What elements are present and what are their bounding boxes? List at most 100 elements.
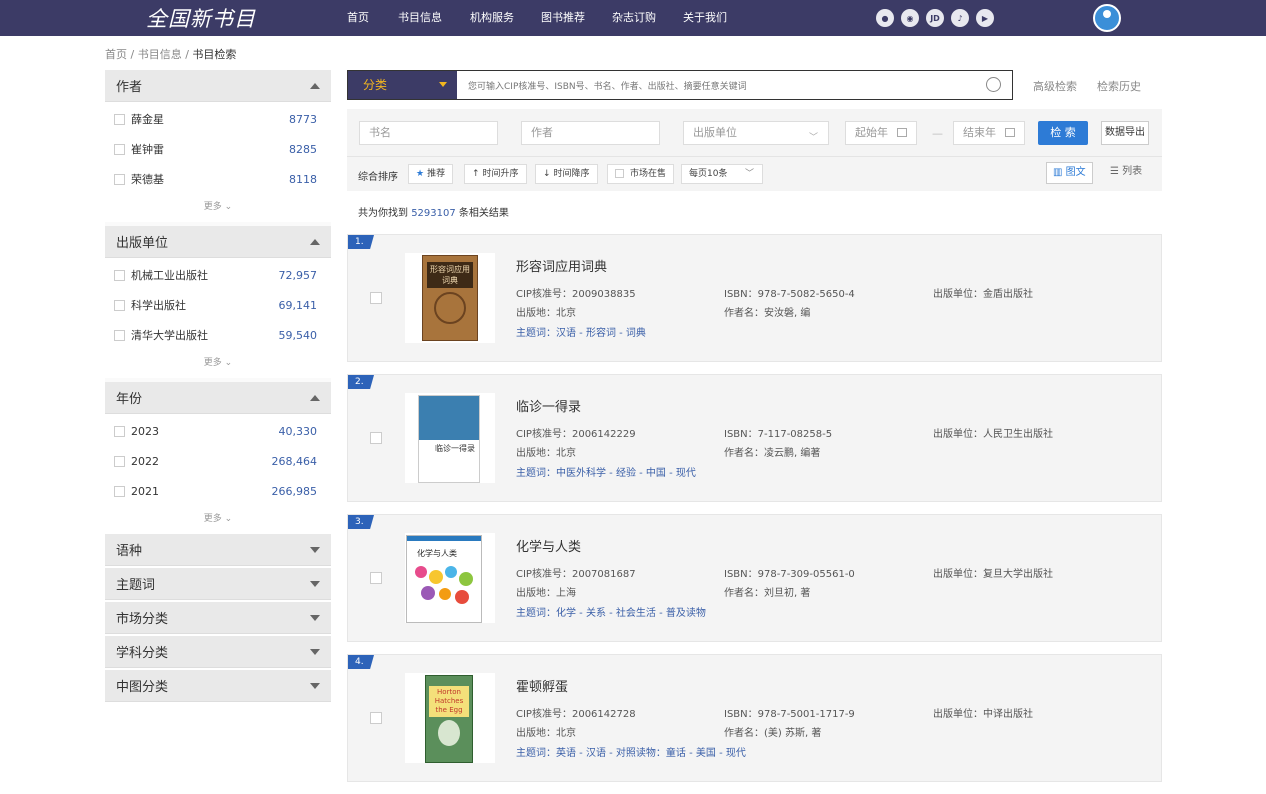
category-dropdown[interactable]: 分类 [348, 71, 457, 99]
filter-item[interactable]: 科学出版社 69,141 [105, 290, 331, 320]
filter-header-publisher[interactable]: 出版单位 [105, 226, 331, 258]
book-cover[interactable]: Horton Hatches the Egg [405, 673, 495, 763]
weibo-icon[interactable]: ◉ [901, 9, 919, 27]
filter-item[interactable]: 薛金星 8773 [105, 104, 331, 134]
cover-band [419, 396, 479, 440]
more-button[interactable]: 更多 ⌄ [105, 194, 331, 222]
filter-item[interactable]: 荣德基 8118 [105, 164, 331, 194]
book-cover[interactable]: 形容词应用词典 [405, 253, 495, 343]
isbn-field: ISBN：978-7-309-05561-0 [724, 565, 855, 580]
keywords-field[interactable]: 主题词：中医外科学 - 经验 - 中国 - 现代 [516, 464, 696, 479]
nav-home[interactable]: 首页 [347, 0, 398, 36]
checkbox[interactable] [114, 113, 125, 125]
on-sale-toggle[interactable]: 市场在售 [607, 164, 675, 184]
user-avatar[interactable] [1093, 4, 1121, 32]
sort-time-desc[interactable]: ↓ 时间降序 [535, 164, 598, 184]
book-title[interactable]: 临诊一得录 [516, 396, 581, 415]
checkbox[interactable] [114, 485, 125, 497]
filter-title: 语种 [116, 544, 143, 559]
search-button[interactable]: 检 索 [1038, 121, 1088, 145]
book-card[interactable]: 1. 形容词应用词典 形容词应用词典 CIP核准号：2009038835 ISB… [347, 234, 1162, 362]
breadcrumb-book-info[interactable]: 书目信息 [138, 48, 182, 61]
nav-institution-service[interactable]: 机构服务 [470, 0, 541, 36]
sort-recommend[interactable]: ★ 推荐 [408, 164, 454, 184]
view-image-button[interactable]: ▥ 图文 [1046, 162, 1093, 184]
sort-time-asc[interactable]: ↑ 时间升序 [464, 164, 527, 184]
book-title[interactable]: 形容词应用词典 [516, 256, 607, 275]
keywords-field[interactable]: 主题词：英语 - 汉语 - 对照读物：童话 - 美国 - 现代 [516, 744, 746, 759]
more-button[interactable]: 更多 ⌄ [105, 350, 331, 378]
filter-label: 机械工业出版社 [131, 269, 208, 282]
filter-item[interactable]: 2022 268,464 [105, 446, 331, 476]
checkbox[interactable] [114, 173, 125, 185]
title-input[interactable]: 书名 [359, 121, 498, 145]
advanced-search-link[interactable]: 高级检索 [1033, 78, 1077, 94]
book-title[interactable]: 霍顿孵蛋 [516, 676, 568, 695]
cover-title: 形容词应用词典 [427, 262, 473, 288]
checkbox[interactable] [114, 299, 125, 311]
search-input[interactable]: 您可输入CIP核准号、ISBN号、书名、作者、出版社、摘要任意关键词 [468, 79, 747, 92]
cip-field: CIP核准号：2006142728 [516, 705, 636, 720]
nav-magazine-order[interactable]: 杂志订购 [612, 0, 683, 36]
checkbox[interactable] [114, 329, 125, 341]
book-card[interactable]: 3. 化学与人类 化学与人类 CIP核准号：2007081687 ISBN：97… [347, 514, 1162, 642]
field-text: 英语 - 汉语 - 对照读物：童话 - 美国 - 现代 [556, 748, 746, 759]
nav-book-recommend[interactable]: 图书推荐 [541, 0, 612, 36]
view-list-button[interactable]: ☰ 列表 [1104, 162, 1148, 184]
more-button[interactable]: 更多 ⌄ [105, 506, 331, 534]
checkbox[interactable] [114, 269, 125, 281]
kuaishou-icon[interactable]: ▶ [976, 9, 994, 27]
author-input[interactable]: 作者 [521, 121, 660, 145]
book-card[interactable]: 4. Horton Hatches the Egg 霍顿孵蛋 CIP核准号：20… [347, 654, 1162, 782]
field-text: 北京 [556, 448, 576, 459]
checkbox[interactable] [114, 425, 125, 437]
search-icon[interactable] [986, 77, 1001, 92]
search-history-link[interactable]: 检索历史 [1097, 78, 1141, 94]
nav-about[interactable]: 关于我们 [683, 0, 743, 36]
filter-header-author[interactable]: 作者 [105, 70, 331, 102]
filter-count: 268,464 [271, 454, 318, 468]
start-year-input[interactable]: 起始年 [845, 121, 917, 145]
tiktok-icon[interactable]: ♪ [951, 9, 969, 27]
book-title[interactable]: 化学与人类 [516, 536, 581, 555]
book-card[interactable]: 2. 临诊一得录 临诊一得录 CIP核准号：2006142229 ISBN：7-… [347, 374, 1162, 502]
breadcrumb-home[interactable]: 首页 [105, 48, 127, 61]
end-year-placeholder: 结束年 [963, 126, 996, 139]
wechat-icon[interactable]: ● [876, 9, 894, 27]
sort-label[interactable]: 综合排序 [358, 168, 398, 183]
keywords-field[interactable]: 主题词：汉语 - 形容词 - 词典 [516, 324, 646, 339]
keywords-field[interactable]: 主题词：化学 - 关系 - 社会生活 - 普及读物 [516, 604, 706, 619]
select-checkbox[interactable] [370, 712, 382, 724]
checkbox[interactable] [114, 455, 125, 467]
filter-item[interactable]: 崔钟雷 8285 [105, 134, 331, 164]
select-checkbox[interactable] [370, 292, 382, 304]
filter-header-subject[interactable]: 主题词 [105, 568, 331, 600]
filter-item[interactable]: 机械工业出版社 72,957 [105, 260, 331, 290]
filter-header-year[interactable]: 年份 [105, 382, 331, 414]
end-year-input[interactable]: 结束年 [953, 121, 1025, 145]
checkbox[interactable] [615, 169, 624, 178]
filter-item[interactable]: 清华大学出版社 59,540 [105, 320, 331, 350]
filter-header-clc[interactable]: 中图分类 [105, 670, 331, 702]
nav-book-info[interactable]: 书目信息 [398, 0, 470, 36]
field-text: 978-7-309-05561-0 [757, 569, 855, 580]
filter-item[interactable]: 2023 40,330 [105, 416, 331, 446]
filter-panel: 书名 作者 出版单位 ﹀ 起始年 — 结束年 检 索 数据导出 综合排序 ★ 推荐 … [347, 109, 1162, 191]
book-cover[interactable]: 临诊一得录 [405, 393, 495, 483]
filter-item[interactable]: 2021 266,985 [105, 476, 331, 506]
filter-header-language[interactable]: 语种 [105, 534, 331, 566]
filter-header-discipline[interactable]: 学科分类 [105, 636, 331, 668]
cover-emblem [434, 292, 466, 324]
site-logo[interactable]: 全国新书目 [146, 3, 256, 33]
field-text: 安汝磐, 编 [764, 308, 811, 319]
select-checkbox[interactable] [370, 572, 382, 584]
filter-header-market[interactable]: 市场分类 [105, 602, 331, 634]
per-page-select[interactable]: 每页10条 ﹀ [681, 164, 763, 184]
jd-icon[interactable]: JD [926, 9, 944, 27]
export-button[interactable]: 数据导出 [1101, 121, 1149, 145]
book-cover[interactable]: 化学与人类 [405, 533, 495, 623]
start-year-placeholder: 起始年 [855, 126, 888, 139]
checkbox[interactable] [114, 143, 125, 155]
publisher-select[interactable]: 出版单位 ﹀ [683, 121, 829, 145]
select-checkbox[interactable] [370, 432, 382, 444]
